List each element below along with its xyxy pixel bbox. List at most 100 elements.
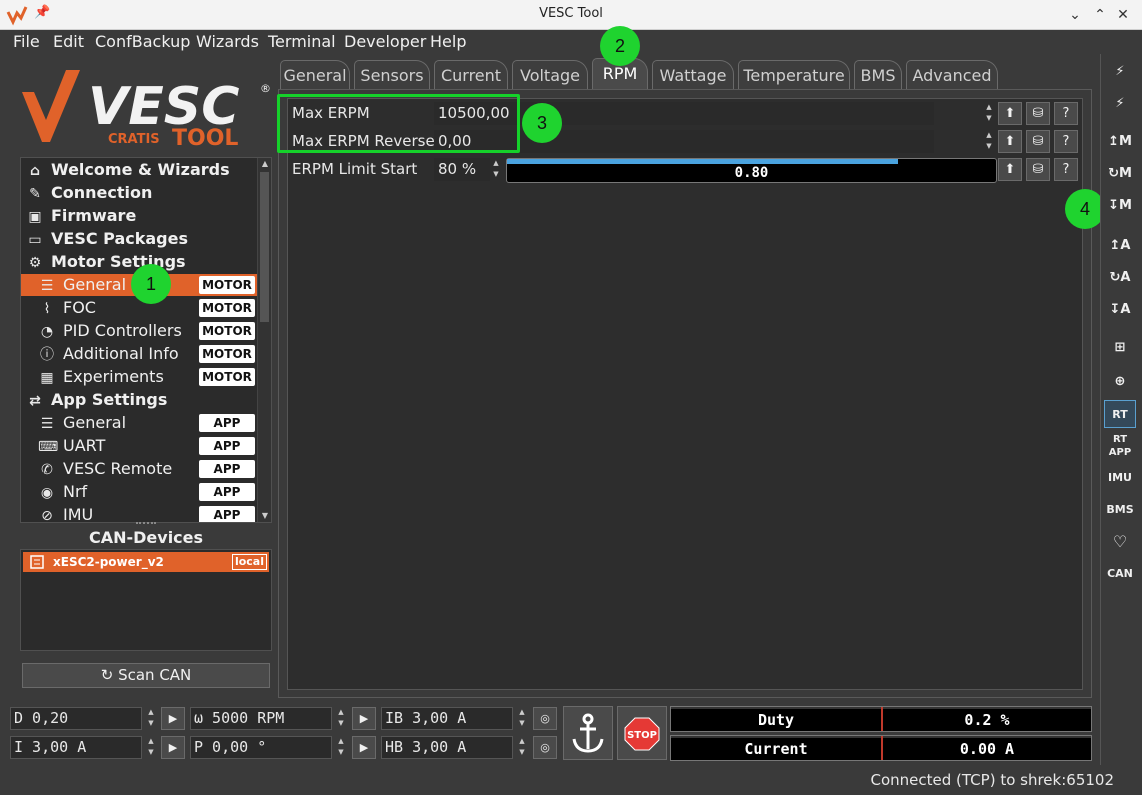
erpm-limit-slider[interactable]: 0.80 — [506, 158, 997, 183]
duty-input[interactable]: D 0,20 — [10, 707, 142, 730]
tab-bms[interactable]: BMS — [854, 60, 902, 90]
bms-icon[interactable]: BMS — [1104, 496, 1136, 524]
upload-icon[interactable]: ⬆ — [998, 158, 1022, 181]
brake-icon[interactable]: ◎ — [533, 707, 557, 730]
minimize-icon[interactable]: ⌄ — [1064, 4, 1086, 26]
help-icon[interactable]: ? — [1054, 130, 1078, 153]
tab-advanced[interactable]: Advanced — [906, 60, 998, 90]
nav-additional-info[interactable]: ⓘ Additional Info MOTOR — [21, 343, 257, 365]
svg-text:CRATIS: CRATIS — [108, 132, 160, 147]
nav-scrollbar[interactable]: ▲ ▼ — [257, 158, 271, 522]
brake-current-input[interactable]: IB 3,00 A — [381, 707, 513, 730]
scroll-thumb[interactable] — [260, 172, 269, 322]
param-row-erpm-limit-start: ERPM Limit Start 80 % ▲ ▼ 0.80 ⬆ ⛁ ? — [288, 156, 1082, 183]
motor-badge: MOTOR — [199, 276, 255, 294]
menu-edit[interactable]: Edit — [53, 32, 84, 51]
tab-wattage[interactable]: Wattage — [652, 60, 734, 90]
menu-wizards[interactable]: Wizards — [196, 32, 259, 51]
disconnect-icon[interactable]: ⚡ — [1104, 90, 1136, 118]
tab-general[interactable]: General — [280, 60, 350, 90]
play-position-icon[interactable]: ▶ — [352, 736, 376, 759]
tab-voltage[interactable]: Voltage — [512, 60, 588, 90]
nav-welcome-wizards[interactable]: ⌂ Welcome & Wizards — [21, 159, 257, 181]
database-icon[interactable]: ⛁ — [1026, 158, 1050, 181]
nav-experiments[interactable]: ▦ Experiments MOTOR — [21, 366, 257, 388]
stop-button[interactable]: STOP — [617, 706, 667, 760]
spin-arrows-icon[interactable]: ▲ ▼ — [983, 130, 995, 153]
nav-vesc-remote[interactable]: ✆ VESC Remote APP — [21, 458, 257, 480]
handbrake-icon[interactable]: ◎ — [533, 736, 557, 759]
gamepad-icon[interactable]: ⊕ — [1104, 368, 1136, 396]
handbrake-input[interactable]: HB 3,00 A — [381, 736, 513, 759]
nav-vesc-packages[interactable]: ▭ VESC Packages — [21, 228, 257, 250]
motor-badge: MOTOR — [199, 299, 255, 317]
nav-app-general[interactable]: ☰ General APP — [21, 412, 257, 434]
play-speed-icon[interactable]: ▶ — [352, 707, 376, 730]
realtime-app-icon[interactable]: RT APP — [1104, 432, 1136, 460]
close-icon[interactable]: ✕ — [1112, 4, 1134, 26]
anchor-button[interactable] — [563, 706, 613, 760]
speed-input[interactable]: ω 5000 RPM — [190, 707, 332, 730]
splitter-handle[interactable] — [136, 522, 156, 524]
spin-arrows-icon[interactable]: ▲ ▼ — [516, 736, 528, 759]
help-icon[interactable]: ? — [1054, 102, 1078, 125]
spin-arrows-icon[interactable]: ▲ ▼ — [516, 707, 528, 730]
write-app-icon[interactable]: ↧A — [1104, 296, 1136, 324]
play-duty-icon[interactable]: ▶ — [161, 707, 185, 730]
refresh-icon: ↻ — [100, 666, 114, 684]
spin-arrows-icon[interactable]: ▲ ▼ — [335, 736, 347, 759]
read-motor-icon[interactable]: ↥M — [1104, 128, 1136, 156]
scroll-down-icon[interactable]: ▼ — [258, 510, 271, 522]
database-icon[interactable]: ⛁ — [1026, 130, 1050, 153]
current-input[interactable]: I 3,00 A — [10, 736, 142, 759]
menu-confbackup[interactable]: ConfBackup — [95, 32, 190, 51]
tab-current[interactable]: Current — [434, 60, 508, 90]
realtime-icon[interactable]: RT — [1104, 400, 1136, 428]
connect-icon[interactable]: ⚡ — [1104, 58, 1136, 86]
spin-arrows-icon[interactable]: ▲ ▼ — [490, 158, 502, 181]
database-icon[interactable]: ⛁ — [1026, 102, 1050, 125]
nav-imu[interactable]: ⊘ IMU APP — [21, 504, 257, 522]
imu-data-icon[interactable]: IMU — [1104, 464, 1136, 492]
menu-terminal[interactable]: Terminal — [268, 32, 336, 51]
spin-arrows-icon[interactable]: ▲ ▼ — [145, 736, 157, 759]
reset-motor-icon[interactable]: ↻M — [1104, 160, 1136, 188]
scroll-up-icon[interactable]: ▲ — [258, 158, 271, 170]
help-icon[interactable]: ? — [1054, 158, 1078, 181]
tab-sensors[interactable]: Sensors — [354, 60, 430, 90]
callout-2: 2 — [600, 26, 640, 66]
scan-can-button[interactable]: ↻ Scan CAN — [22, 663, 270, 688]
app-badge: APP — [199, 506, 255, 522]
nav-connection[interactable]: ✎ Connection — [21, 182, 257, 204]
app-badge: APP — [199, 483, 255, 501]
nav-nrf[interactable]: ◉ Nrf APP — [21, 481, 257, 503]
slider-value: 0.80 — [734, 165, 769, 181]
menu-file[interactable]: File — [13, 32, 40, 51]
menu-developer[interactable]: Developer — [344, 32, 426, 51]
spin-arrows-icon[interactable]: ▲ ▼ — [335, 707, 347, 730]
nav-uart[interactable]: ⌨ UART APP — [21, 435, 257, 457]
erpm-limit-start-input[interactable]: 80 % — [434, 158, 490, 181]
param-label: ERPM Limit Start — [292, 160, 418, 178]
menu-help[interactable]: Help — [430, 32, 466, 51]
reset-app-icon[interactable]: ↻A — [1104, 264, 1136, 292]
network-icon[interactable]: ⊞ — [1104, 334, 1136, 362]
callout-4: 4 — [1065, 189, 1105, 229]
maximize-icon[interactable]: ⌃ — [1089, 4, 1111, 26]
position-input[interactable]: P 0,00 ° — [190, 736, 332, 759]
spin-arrows-icon[interactable]: ▲ ▼ — [145, 707, 157, 730]
write-motor-icon[interactable]: ↧M — [1104, 192, 1136, 220]
nav-pid-controllers[interactable]: ◔ PID Controllers MOTOR — [21, 320, 257, 342]
spin-arrows-icon[interactable]: ▲ ▼ — [983, 102, 995, 125]
can-icon[interactable]: CAN — [1104, 560, 1136, 588]
heart-icon[interactable]: ♡ — [1104, 528, 1136, 556]
nav-firmware[interactable]: ▣ Firmware — [21, 205, 257, 227]
can-device-item[interactable]: xESC2-power_v2 local — [23, 552, 269, 572]
nav-app-settings[interactable]: ⇄ App Settings — [21, 389, 257, 411]
upload-icon[interactable]: ⬆ — [998, 130, 1022, 153]
upload-icon[interactable]: ⬆ — [998, 102, 1022, 125]
read-app-icon[interactable]: ↥A — [1104, 232, 1136, 260]
play-current-icon[interactable]: ▶ — [161, 736, 185, 759]
tab-temperature[interactable]: Temperature — [738, 60, 850, 90]
status-bar: Connected (TCP) to shrek:65102 — [0, 768, 1142, 795]
